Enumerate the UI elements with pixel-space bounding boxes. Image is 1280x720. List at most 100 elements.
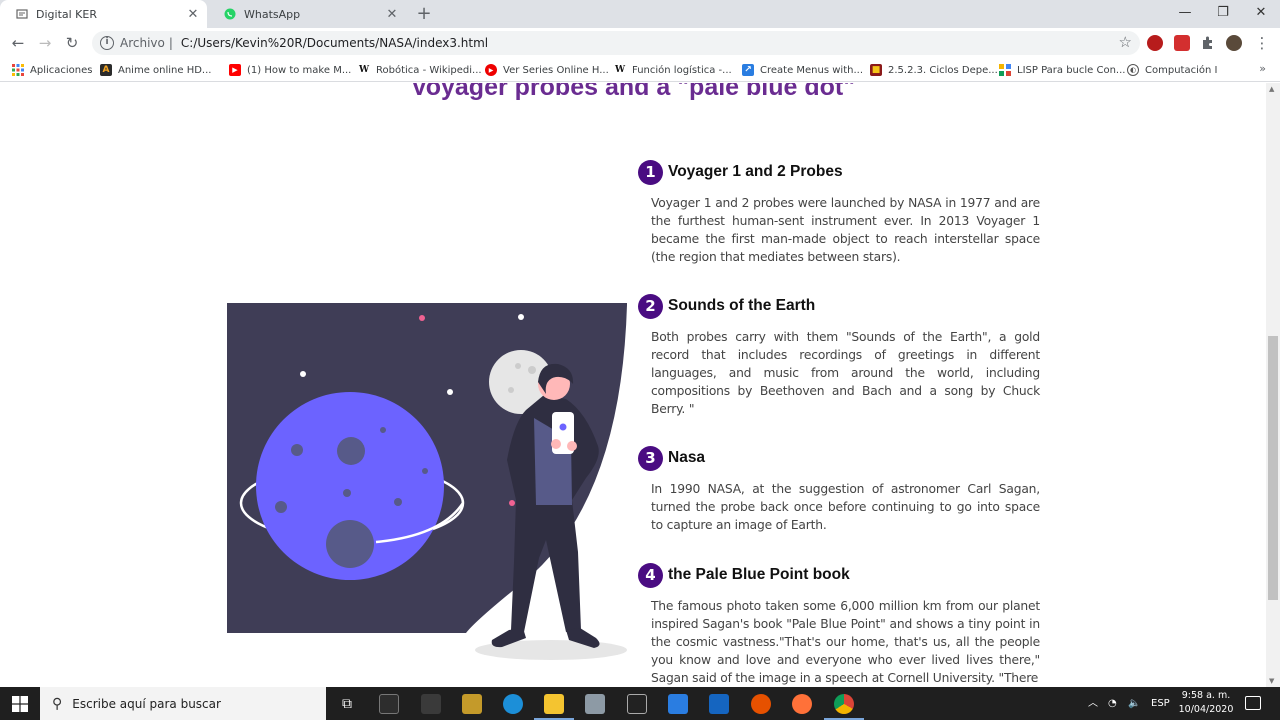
more-menu-icon[interactable]: ⋮ bbox=[1252, 33, 1272, 53]
tab-close-icon[interactable]: ✕ bbox=[185, 7, 201, 22]
book-icon: ■ bbox=[870, 64, 882, 76]
astronaut-illustration bbox=[227, 303, 627, 660]
section-body: Voyager 1 and 2 probes were launched by … bbox=[651, 196, 1040, 264]
bookmarks-overflow-icon[interactable]: » bbox=[1259, 62, 1266, 75]
bookmark-label: LISP Para bucle Con... bbox=[1017, 64, 1126, 76]
whatsapp-icon bbox=[224, 8, 236, 20]
language-indicator[interactable]: ESP bbox=[1151, 687, 1170, 720]
app-icon[interactable] bbox=[585, 694, 605, 714]
section-heading: Voyager 1 and 2 Probes bbox=[668, 163, 843, 180]
chrome-icon[interactable] bbox=[834, 694, 854, 714]
tab-close-icon[interactable]: ✕ bbox=[384, 7, 400, 22]
app-icon[interactable] bbox=[709, 694, 729, 714]
taskbar-search-box[interactable]: ⚲ Escribe aquí para buscar bbox=[40, 687, 326, 720]
section-body: The famous photo taken some 6,000 millio… bbox=[651, 599, 1040, 685]
store-icon[interactable] bbox=[379, 694, 399, 714]
scroll-down-icon[interactable]: ▼ bbox=[1269, 677, 1274, 685]
bookmark-item[interactable]: Aplicaciones bbox=[12, 63, 92, 77]
bookmark-item[interactable]: LISP Para bucle Con... bbox=[999, 63, 1125, 77]
forward-icon[interactable]: → bbox=[35, 33, 55, 53]
bookmark-star-icon[interactable]: ☆ bbox=[1119, 33, 1132, 51]
back-icon[interactable]: ← bbox=[8, 33, 28, 53]
wikipedia-icon: W bbox=[358, 65, 370, 75]
wikipedia-icon: W bbox=[614, 65, 626, 75]
page-scrollbar[interactable]: ▲ ▼ bbox=[1266, 83, 1280, 687]
bookmark-label: 2.5.2.3. Ciclos Depe... bbox=[888, 64, 998, 76]
section-heading: Nasa bbox=[668, 449, 706, 466]
bookmark-label: Anime online HD... bbox=[118, 64, 212, 76]
bookmark-item[interactable]: ▶ Ver Series Online H... bbox=[485, 63, 609, 77]
app-icon[interactable] bbox=[421, 694, 441, 714]
section-number-badge: 1 bbox=[638, 159, 663, 185]
tab-title: WhatsApp bbox=[244, 7, 301, 21]
bookmark-label: Ver Series Online H... bbox=[503, 64, 609, 76]
browser-toolbar: ← → ↻ i Archivo | C:/Users/Kevin%20R/Doc… bbox=[0, 28, 1280, 58]
scrollbar-thumb[interactable] bbox=[1268, 336, 1278, 600]
clock-date: 10/04/2020 bbox=[1178, 704, 1234, 715]
page-viewport: Voyager probes and a "pale blue dot" 1 V… bbox=[0, 83, 1266, 687]
bookmark-item[interactable]: ■ 2.5.2.3. Ciclos Depe... bbox=[870, 63, 998, 77]
section-number-badge: 4 bbox=[638, 562, 663, 588]
windows-start-button[interactable] bbox=[0, 687, 40, 720]
bookmark-item[interactable]: ▶ (1) How to make M... bbox=[229, 63, 351, 77]
tab-digital-ker[interactable]: Digital KER ✕ bbox=[0, 0, 207, 28]
bookmark-item[interactable]: ◐ Computación I bbox=[1127, 63, 1217, 77]
extension-red-icon[interactable] bbox=[1174, 35, 1190, 51]
window-close-icon[interactable]: ✕ bbox=[1242, 0, 1280, 28]
bookmarks-bar: Aplicaciones A Anime online HD... ▶ (1) … bbox=[0, 58, 1280, 82]
section-body: Both probes carry with them "Sounds of t… bbox=[651, 330, 1040, 416]
bookmark-item[interactable]: W Robótica - Wikipedi... bbox=[358, 63, 482, 77]
maximize-icon[interactable]: ❐ bbox=[1204, 0, 1242, 28]
taskbar-search-placeholder: Escribe aquí para buscar bbox=[72, 696, 221, 711]
game-app-icon[interactable] bbox=[462, 694, 482, 714]
windows-logo-icon bbox=[12, 695, 28, 712]
extensions-puzzle-icon[interactable] bbox=[1200, 35, 1216, 51]
address-scheme: Archivo bbox=[120, 36, 165, 50]
microphone-app-icon[interactable] bbox=[751, 694, 771, 714]
file-explorer-icon[interactable] bbox=[544, 694, 564, 714]
grid-site-icon bbox=[999, 64, 1011, 76]
bookmark-item[interactable]: ↗ Create Menus with... bbox=[742, 63, 863, 77]
volume-icon[interactable]: 🔈 bbox=[1128, 687, 1140, 720]
bookmark-item[interactable]: W Función logística -... bbox=[614, 63, 732, 77]
new-tab-button[interactable]: + bbox=[414, 3, 434, 25]
ublock-icon[interactable] bbox=[1147, 35, 1163, 51]
mail-icon[interactable] bbox=[668, 694, 688, 714]
section-pale-blue-point: 4 the Pale Blue Point book The famous pho… bbox=[638, 562, 1040, 687]
taskbar-clock[interactable]: 9:58 a. m. 10/04/2020 bbox=[1170, 689, 1242, 717]
menu-site-icon: ↗ bbox=[742, 64, 754, 76]
bookmark-label: Create Menus with... bbox=[760, 64, 864, 76]
tab-whatsapp[interactable]: WhatsApp ✕ bbox=[208, 0, 406, 28]
apps-grid-icon bbox=[12, 64, 24, 76]
section-number-badge: 2 bbox=[638, 293, 663, 319]
search-icon: ⚲ bbox=[52, 695, 63, 712]
network-icon[interactable]: ◔ bbox=[1108, 687, 1117, 720]
address-bar[interactable]: i Archivo | C:/Users/Kevin%20R/Documents… bbox=[92, 31, 1140, 55]
tray-chevron-icon[interactable]: ︿ bbox=[1088, 687, 1098, 720]
anime-icon: A bbox=[100, 64, 112, 76]
tab-title: Digital KER bbox=[36, 7, 97, 21]
section-voyager-probes: 1 Voyager 1 and 2 Probes Voyager 1 and 2 … bbox=[638, 159, 1040, 266]
play-icon: ▶ bbox=[485, 64, 497, 76]
minimize-icon[interactable]: — bbox=[1166, 0, 1204, 28]
notifications-icon[interactable] bbox=[1245, 696, 1261, 710]
page-favicon-icon bbox=[16, 8, 28, 20]
edge-icon[interactable] bbox=[503, 694, 523, 714]
clock-time: 9:58 a. m. bbox=[1181, 690, 1231, 701]
bookmark-label: Aplicaciones bbox=[30, 64, 93, 76]
shield-icon[interactable] bbox=[627, 694, 647, 714]
info-icon[interactable]: i bbox=[100, 36, 114, 50]
scroll-up-icon[interactable]: ▲ bbox=[1269, 85, 1274, 93]
profile-avatar[interactable] bbox=[1226, 35, 1242, 51]
bookmark-item[interactable]: A Anime online HD... bbox=[100, 63, 211, 77]
firefox-icon[interactable] bbox=[792, 694, 812, 714]
reload-icon[interactable]: ↻ bbox=[62, 33, 82, 53]
windows-taskbar: ⚲ Escribe aquí para buscar ⧉ ︿ ◔ 🔈 ESP 9… bbox=[0, 687, 1280, 720]
bookmark-label: Computación I bbox=[1145, 64, 1218, 76]
section-sounds-of-earth: 2 Sounds of the Earth Both probes carry w… bbox=[638, 293, 1040, 418]
address-url[interactable]: C:/Users/Kevin%20R/Documents/NASA/index3… bbox=[181, 36, 488, 50]
task-view-icon[interactable]: ⧉ bbox=[337, 694, 357, 714]
tab-strip: Digital KER ✕ WhatsApp ✕ + — ❐ ✕ bbox=[0, 0, 1280, 28]
section-nasa: 3 Nasa In 1990 NASA, at the suggestion of… bbox=[638, 445, 1040, 534]
section-heading: the Pale Blue Point book bbox=[668, 566, 850, 583]
